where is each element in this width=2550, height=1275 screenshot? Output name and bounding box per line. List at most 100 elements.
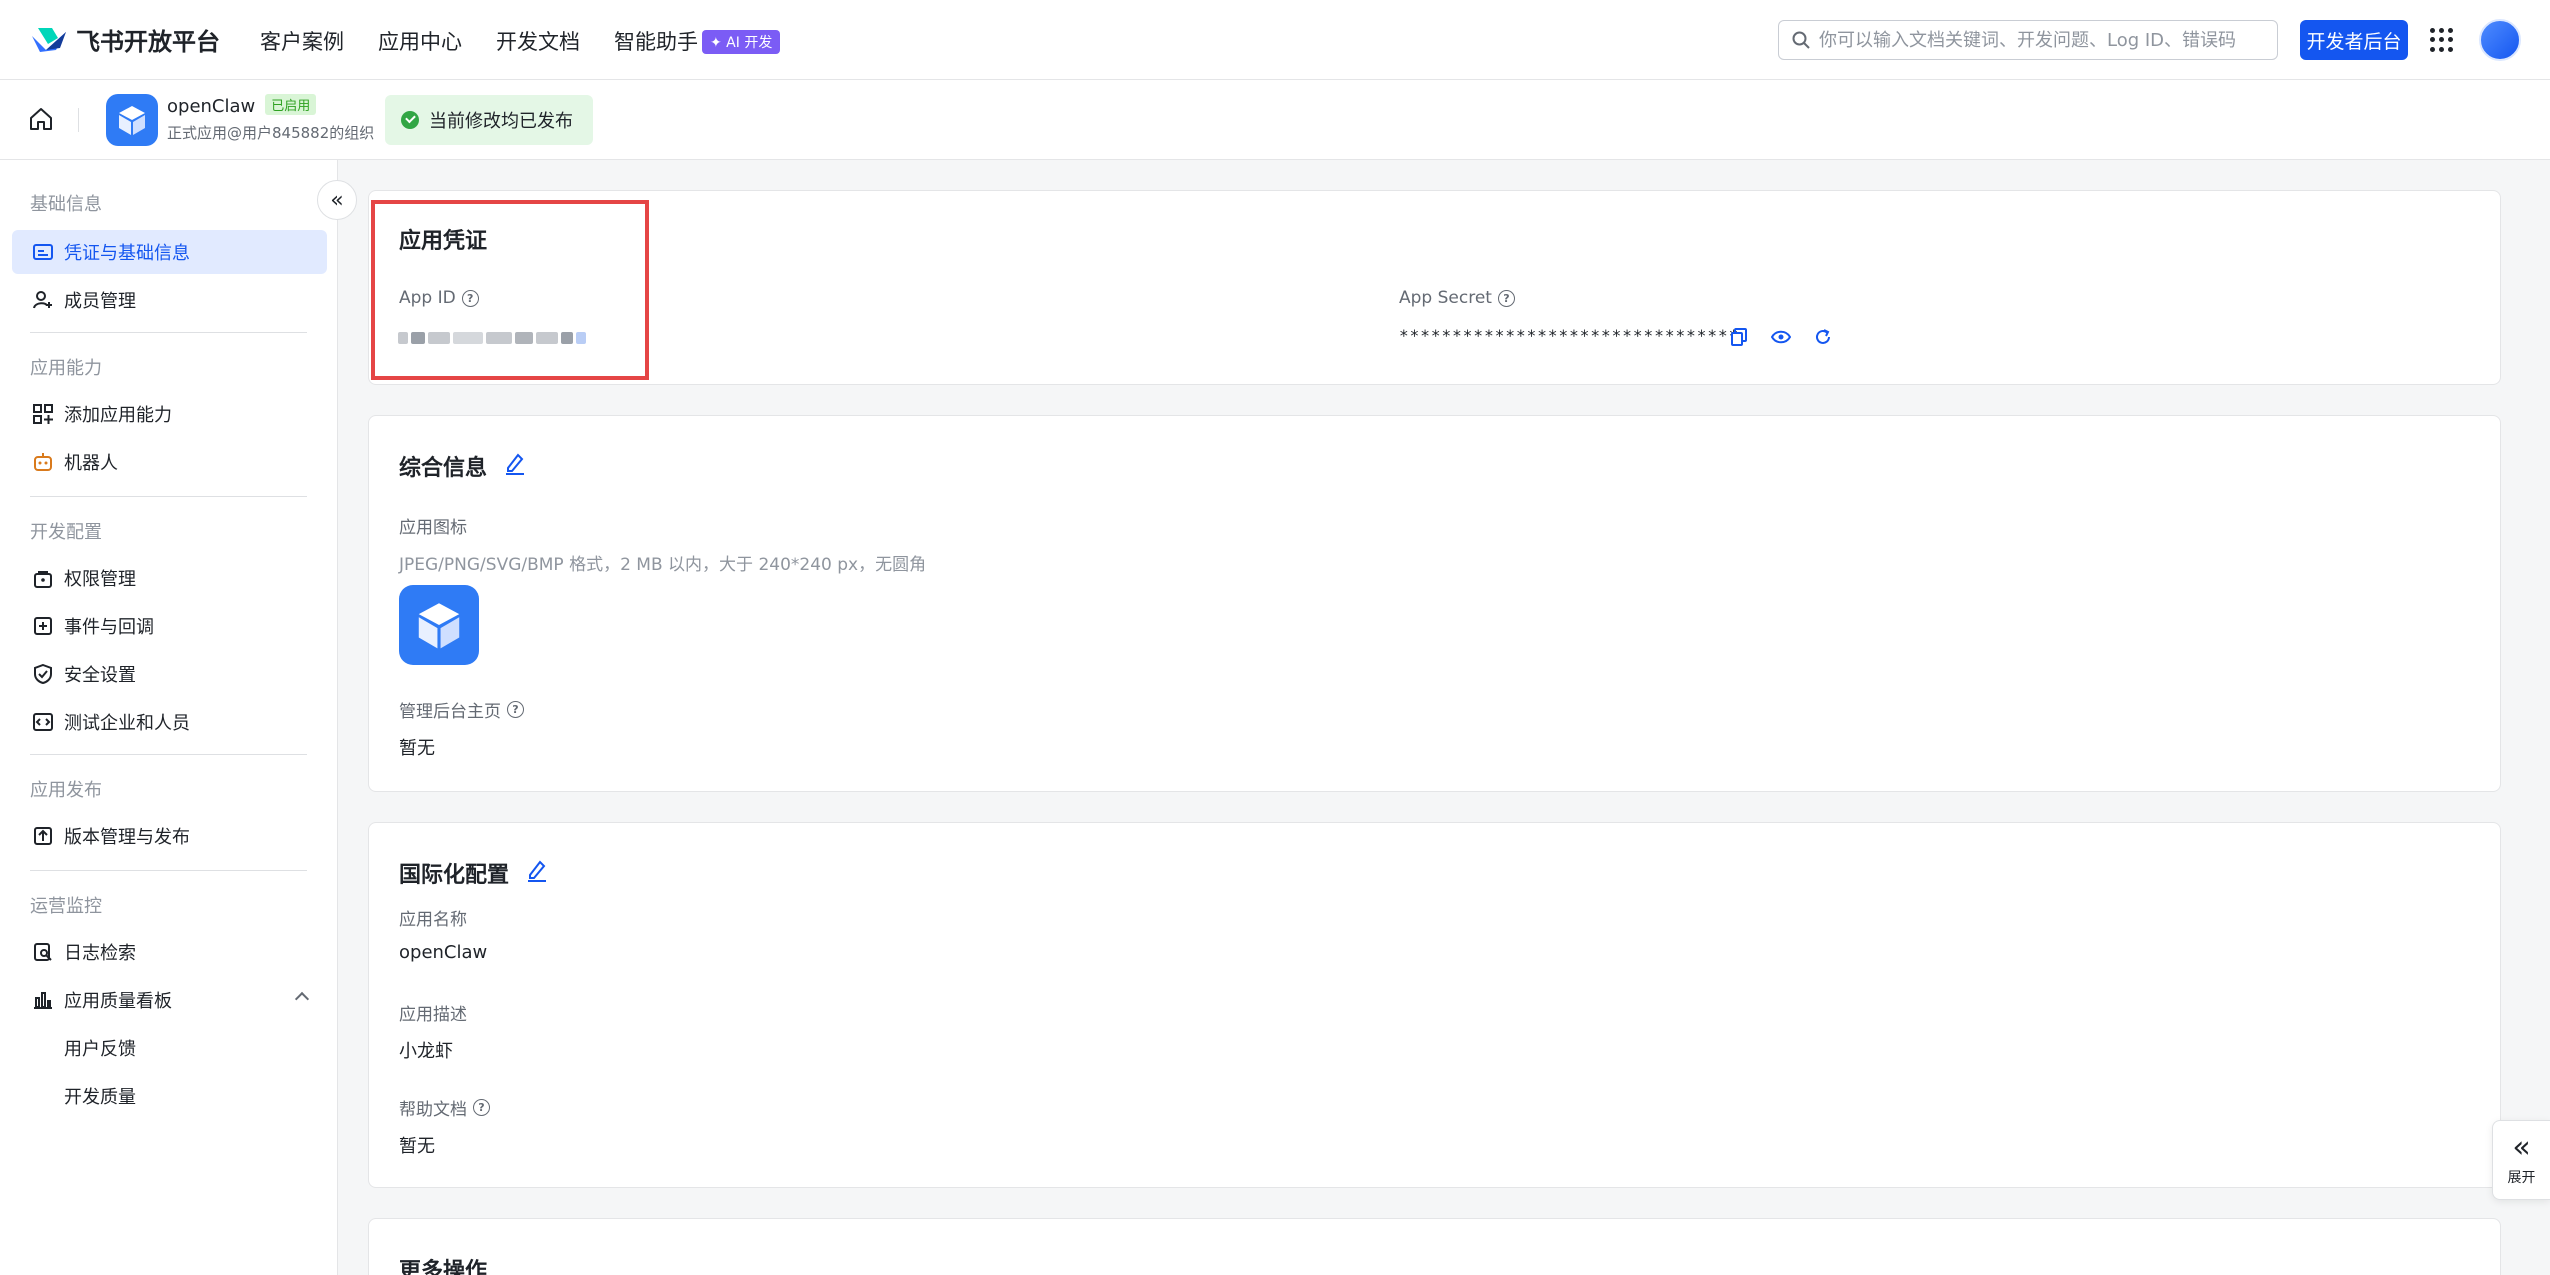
sidebar-item-label: 应用质量看板	[64, 991, 172, 1012]
help-icon[interactable]: ?	[473, 1099, 490, 1116]
sidebar-item-test-tenants[interactable]: 测试企业和人员	[12, 700, 327, 744]
id-card-icon	[32, 241, 54, 263]
expand-panel-button[interactable]: « 展开	[2492, 1120, 2550, 1200]
eye-icon[interactable]	[1770, 326, 1792, 348]
brand[interactable]: 飞书开放平台	[30, 22, 220, 57]
app-name: openClaw 已启用	[167, 94, 317, 117]
sidebar-item-events[interactable]: 事件与回调	[12, 604, 327, 648]
cube-icon	[418, 603, 460, 649]
avatar[interactable]	[2479, 19, 2521, 61]
sidebar-item-permissions[interactable]: 权限管理	[12, 556, 327, 600]
admin-home-label: 管理后台主页 ?	[399, 697, 524, 722]
top-bar: 飞书开放平台 客户案例 应用中心 开发文档 智能助手✦ AI 开发 开发者后台	[0, 0, 2550, 80]
sidebar-item-label: 测试企业和人员	[64, 713, 190, 734]
feishu-logo-icon	[32, 27, 66, 52]
app-secret-label: App Secret ?	[1399, 288, 1515, 308]
copy-icon[interactable]	[1728, 326, 1750, 348]
nav-assistant[interactable]: 智能助手 ✦ AI 开发	[614, 26, 781, 56]
publish-status: 当前修改均已发布	[385, 95, 593, 145]
nav-app-center[interactable]: 应用中心	[378, 26, 462, 56]
section-title: 应用发布	[30, 780, 102, 801]
sidebar-item-add-capability[interactable]: 添加应用能力	[12, 392, 327, 436]
app-icon-preview[interactable]	[399, 585, 479, 665]
app-icon-label: 应用图标	[399, 518, 467, 538]
i18n-title: 国际化配置	[399, 863, 510, 888]
nav-assistant-label: 智能助手	[614, 30, 698, 54]
app-name-value: openClaw	[399, 942, 488, 963]
sidebar: 基础信息 凭证与基础信息 成员管理 应用能力 添加应用能力 机器人 开发配置 权…	[0, 160, 338, 1275]
sidebar-item-credentials[interactable]: 凭证与基础信息	[12, 230, 327, 274]
dev-console-button[interactable]: 开发者后台	[2300, 20, 2408, 60]
double-chevron-left-icon: «	[2512, 1130, 2531, 1165]
home-icon[interactable]	[28, 106, 54, 132]
nav-customer-cases[interactable]: 客户案例	[260, 26, 344, 56]
app-icon	[106, 94, 158, 146]
grid-plus-icon	[32, 403, 54, 425]
sidebar-item-label: 凭证与基础信息	[64, 243, 190, 264]
divider	[30, 870, 307, 871]
sidebar-item-label: 安全设置	[64, 665, 136, 686]
sidebar-item-user-feedback[interactable]: 用户反馈	[12, 1026, 327, 1070]
divider	[78, 108, 79, 132]
sidebar-item-bot[interactable]: 机器人	[12, 440, 327, 484]
general-info-card: 综合信息 应用图标 JPEG/PNG/SVG/BMP 格式，2 MB 以内，大于…	[368, 415, 2501, 792]
sidebar-item-label: 成员管理	[64, 291, 136, 312]
publish-status-text: 当前修改均已发布	[429, 111, 573, 132]
help-icon[interactable]: ?	[1497, 289, 1515, 307]
credentials-card: 应用凭证 App ID ? App Secret ? *************…	[368, 190, 2501, 385]
shield-icon	[32, 663, 54, 685]
sidebar-collapse-button[interactable]: «	[317, 180, 357, 220]
nav-dev-docs[interactable]: 开发文档	[496, 26, 580, 56]
brand-name: 飞书开放平台	[76, 28, 220, 56]
section-title: 运营监控	[30, 896, 102, 917]
sidebar-item-versions[interactable]: 版本管理与发布	[12, 814, 327, 858]
status-badge: 已启用	[265, 94, 317, 115]
expand-label: 展开	[2507, 1170, 2536, 1186]
log-search-icon	[32, 941, 54, 963]
event-icon	[32, 615, 54, 637]
divider	[30, 496, 307, 497]
help-doc-value: 暂无	[399, 1136, 435, 1157]
app-org: 正式应用@用户845882的组织	[167, 124, 375, 142]
chevron-up-icon[interactable]	[294, 991, 310, 1007]
highlight-box	[371, 200, 649, 380]
refresh-icon[interactable]	[1812, 326, 1834, 348]
help-icon[interactable]: ?	[507, 701, 524, 718]
sidebar-item-label: 机器人	[64, 453, 118, 474]
sidebar-item-log-search[interactable]: 日志检索	[12, 930, 327, 974]
app-name-text: openClaw	[167, 96, 256, 117]
admin-home-value: 暂无	[399, 738, 435, 759]
upload-icon	[32, 825, 54, 847]
section-title: 应用能力	[30, 358, 102, 379]
divider	[30, 332, 307, 333]
app-secret-label-text: App Secret	[1399, 288, 1492, 308]
code-icon	[32, 711, 54, 733]
sidebar-item-members[interactable]: 成员管理	[12, 278, 327, 322]
search-box[interactable]	[1778, 20, 2278, 60]
more-actions-title: 更多操作	[399, 1259, 488, 1275]
sidebar-item-label: 权限管理	[64, 569, 136, 590]
robot-icon	[32, 451, 54, 473]
lock-icon	[32, 567, 54, 589]
sidebar-item-security[interactable]: 安全设置	[12, 652, 327, 696]
top-nav: 客户案例 应用中心 开发文档 智能助手 ✦ AI 开发	[260, 26, 781, 56]
more-actions-card: 更多操作	[368, 1218, 2501, 1275]
section-title: 开发配置	[30, 522, 102, 543]
i18n-card: 国际化配置 应用名称 openClaw 应用描述 小龙虾 帮助文档 ? 暂无	[368, 822, 2501, 1188]
app-grid-icon[interactable]	[2430, 28, 2454, 52]
app-name-label: 应用名称	[399, 910, 467, 930]
app-desc-label: 应用描述	[399, 1005, 467, 1025]
app-secret-value: ********************************	[1399, 326, 1740, 345]
edit-icon[interactable]	[525, 858, 549, 882]
user-add-icon	[32, 289, 54, 311]
search-input[interactable]	[1819, 29, 2259, 51]
sidebar-item-dev-quality[interactable]: 开发质量	[12, 1074, 327, 1118]
sidebar-item-quality-dashboard[interactable]: 应用质量看板	[12, 978, 327, 1022]
app-desc-value: 小龙虾	[399, 1041, 453, 1062]
edit-icon[interactable]	[503, 451, 527, 475]
sidebar-item-label: 用户反馈	[64, 1039, 136, 1060]
double-chevron-left-icon: «	[330, 187, 344, 213]
sidebar-item-label: 日志检索	[64, 943, 136, 964]
search-icon	[1792, 31, 1810, 49]
sidebar-item-label: 开发质量	[64, 1087, 136, 1108]
